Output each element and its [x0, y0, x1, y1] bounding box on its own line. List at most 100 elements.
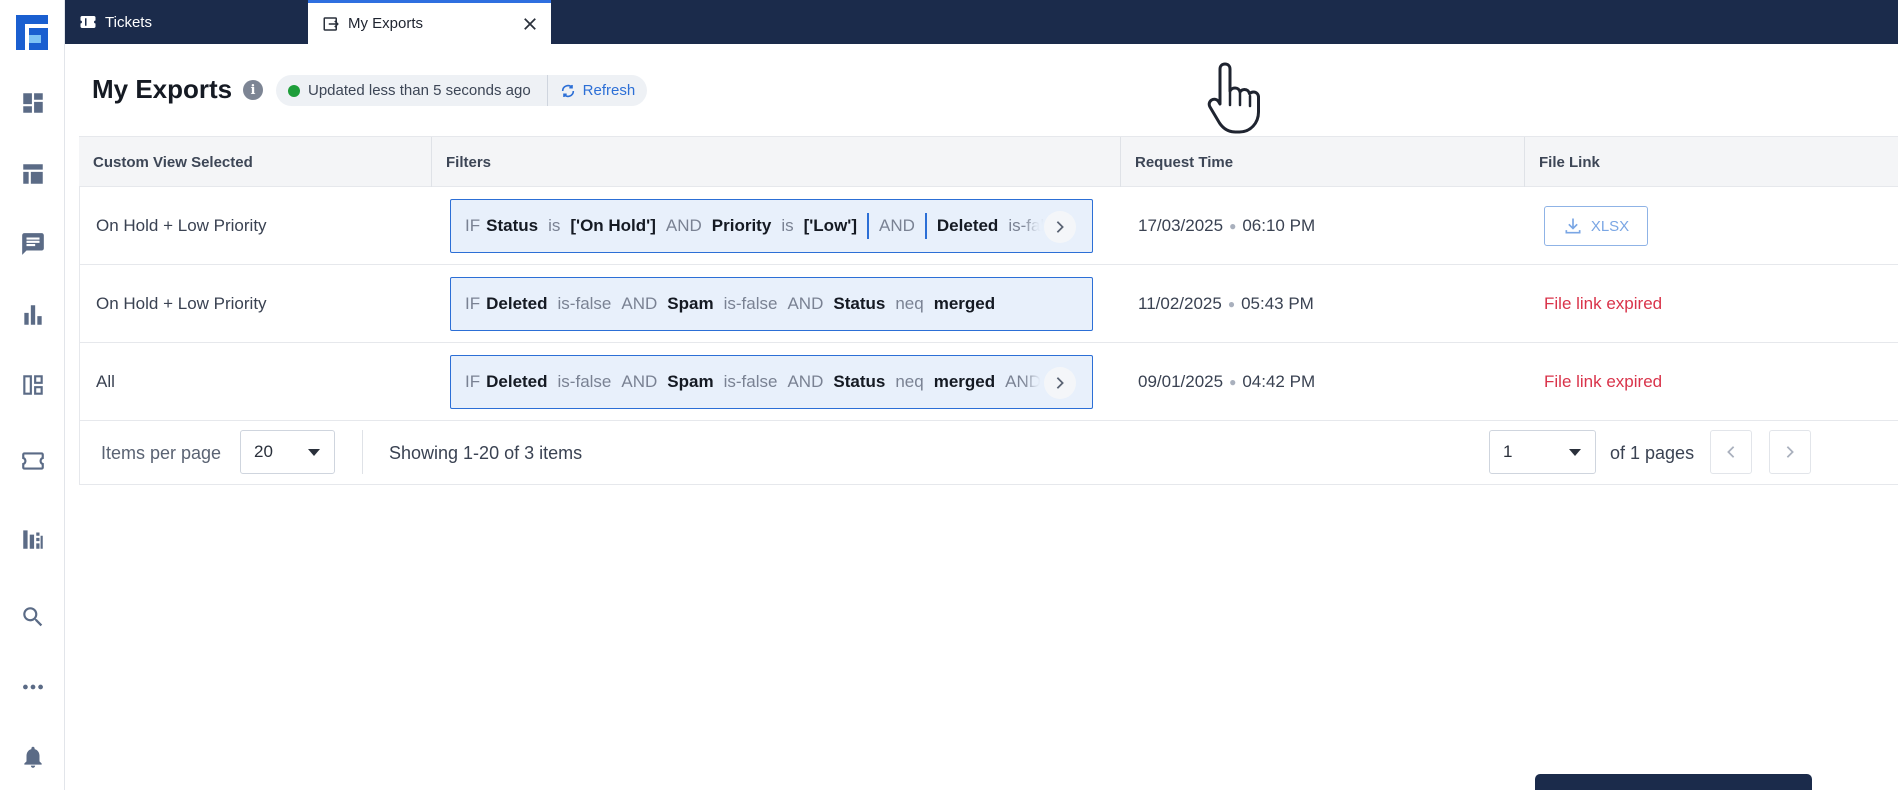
filter-expression[interactable]: IF Deleted is-false AND Spam is-false AN… — [450, 277, 1093, 331]
status-dot — [288, 84, 300, 97]
request-date: 17/03/2025 — [1138, 216, 1224, 235]
total-pages: of 1 pages — [1610, 443, 1695, 463]
filter-divider — [924, 213, 927, 239]
filter-operator: is — [548, 216, 561, 235]
layout-icon[interactable] — [18, 370, 48, 400]
filter-keyword: IF — [465, 216, 481, 235]
status-text: Updated less than 5 seconds ago — [308, 75, 548, 106]
date-separator: ● — [1229, 219, 1237, 233]
chevron-right-icon — [1056, 221, 1064, 233]
download-icon — [1565, 218, 1581, 234]
column-header: File Link — [1539, 153, 1600, 171]
filter-keyword: IF — [465, 372, 481, 391]
info-icon[interactable]: i — [243, 80, 263, 100]
request-clock: 05:43 PM — [1241, 294, 1314, 313]
filter-operator: neq — [895, 294, 924, 313]
column-header: Custom View Selected — [79, 137, 432, 187]
showing-count: Showing 1-20 of 3 items — [389, 443, 583, 463]
request-time: 09/01/2025 ● 04:42 PM — [1138, 343, 1315, 421]
file-link-cell: XLSX — [1544, 187, 1648, 265]
dashboard-icon[interactable] — [18, 88, 48, 118]
page-value: 1 — [1503, 442, 1513, 461]
tab-tickets[interactable]: Tickets — [65, 0, 308, 44]
filter-cell: IF Deleted is-false AND Spam is-false AN… — [450, 265, 1093, 343]
request-clock: 04:42 PM — [1242, 372, 1316, 391]
filter-value: ['Low'] — [803, 216, 857, 235]
column-header: Request Time — [1121, 137, 1525, 187]
filter-conjunction: AND — [787, 372, 824, 391]
filter-field: Deleted — [486, 372, 548, 391]
chat-icon[interactable] — [18, 229, 48, 259]
expand-filter-button[interactable] — [1044, 211, 1076, 243]
refresh-label: Refresh — [582, 82, 636, 99]
date-separator: ● — [1229, 375, 1237, 389]
ticket-icon[interactable] — [18, 446, 48, 476]
download-xlsx-button[interactable]: XLSX — [1544, 206, 1648, 246]
page-select[interactable]: 1 — [1489, 430, 1596, 474]
next-page-button[interactable] — [1769, 430, 1811, 474]
app-logo[interactable] — [16, 15, 48, 50]
date-separator: ● — [1227, 297, 1236, 311]
xlsx-label: XLSX — [1590, 217, 1630, 235]
filter-field: Deleted — [936, 216, 999, 235]
view-name: On Hold + Low Priority — [96, 216, 267, 235]
refresh-button[interactable]: Refresh — [548, 75, 648, 106]
divider — [362, 430, 363, 474]
table-header: Custom View Selected Filters Request Tim… — [79, 136, 1898, 187]
hand-cursor-icon — [1207, 62, 1260, 134]
view-name: On Hold + Low Priority — [96, 294, 267, 313]
filter-keyword: IF — [465, 294, 481, 313]
request-clock: 06:10 PM — [1242, 216, 1316, 235]
bar-chart-icon[interactable] — [18, 300, 48, 330]
ticket-icon — [79, 13, 97, 31]
previous-page-button[interactable] — [1710, 430, 1752, 474]
view-name: All — [96, 372, 115, 391]
filter-value: merged — [933, 372, 996, 391]
request-date: 09/01/2025 — [1138, 372, 1224, 391]
left-rail — [0, 0, 65, 790]
filter-expression[interactable]: IF Deleted is-false AND Spam is-false AN… — [450, 355, 1093, 409]
floating-panel-edge[interactable] — [1535, 774, 1812, 790]
filter-conjunction: AND — [621, 372, 658, 391]
chevron-right-icon — [1786, 446, 1794, 458]
more-icon[interactable] — [18, 672, 48, 702]
pagination-bar: Items per page 20 Showing 1-20 of 3 item… — [79, 421, 1898, 485]
filter-operator: neq — [895, 372, 924, 391]
file-link-expired: File link expired — [1544, 372, 1663, 391]
filter-operator: is-false — [557, 294, 612, 313]
items-per-page-label: Items per page — [101, 443, 222, 463]
bell-icon[interactable] — [18, 742, 48, 772]
file-link-expired: File link expired — [1544, 294, 1663, 313]
filter-conjunction: AND — [787, 294, 824, 313]
filter-field: Status — [486, 216, 539, 235]
filter-expression[interactable]: IF Status is ['On Hold'] AND Priority is… — [450, 199, 1093, 253]
expand-filter-button[interactable] — [1044, 367, 1076, 399]
chevron-right-icon — [1056, 377, 1064, 389]
search-icon[interactable] — [18, 602, 48, 632]
status-badge: Updated less than 5 seconds ago Refresh — [276, 75, 648, 106]
request-date: 11/02/2025 — [1138, 294, 1222, 313]
tab-label: My Exports — [348, 15, 424, 32]
close-icon[interactable] — [521, 15, 539, 33]
filter-field: Status — [833, 372, 886, 391]
filter-value: ['On Hold'] — [570, 216, 656, 235]
table-row: On Hold + Low Priority IF Deleted is-fal… — [79, 265, 1898, 343]
filter-operator: is — [781, 216, 794, 235]
filter-field: Priority — [711, 216, 772, 235]
tab-label: Tickets — [105, 13, 152, 31]
filter-conjunction: AND — [879, 216, 915, 235]
filter-field: Spam — [667, 294, 714, 313]
filter-cell: IF Status is ['On Hold'] AND Priority is… — [450, 187, 1093, 265]
items-per-page-select[interactable]: 20 — [240, 430, 335, 474]
filter-conjunction: AND — [621, 294, 658, 313]
tab-my-exports[interactable]: My Exports — [308, 0, 551, 44]
items-per-page-value: 20 — [254, 442, 273, 461]
table-icon[interactable] — [18, 159, 48, 189]
filter-field: Deleted — [486, 294, 548, 313]
filter-divider — [867, 213, 869, 239]
filter-operator: is-false — [557, 372, 612, 391]
filter-operator: is-false — [723, 294, 778, 313]
filter-conjunction: AND — [665, 216, 702, 235]
analytics-icon[interactable] — [18, 524, 48, 554]
exports-table: Custom View Selected Filters Request Tim… — [79, 136, 1898, 485]
